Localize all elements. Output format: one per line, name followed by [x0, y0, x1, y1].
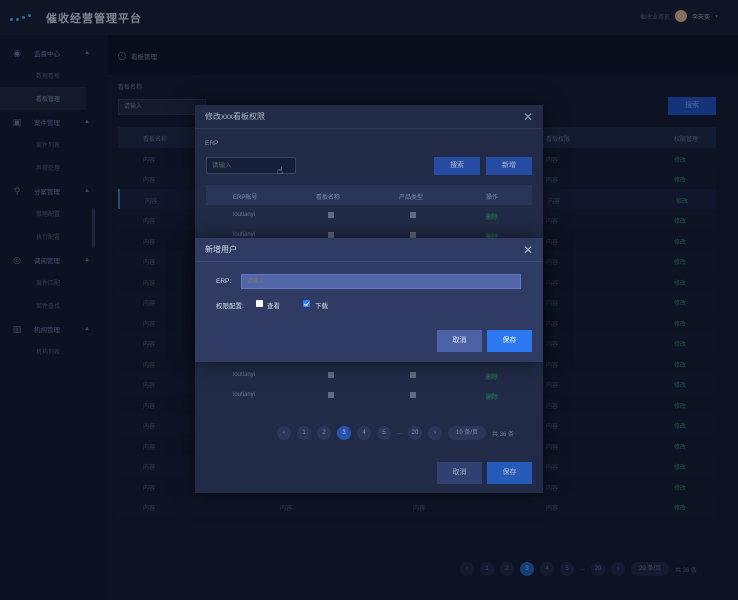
cancel-button[interactable]: 取消 [437, 330, 482, 352]
save-button[interactable]: 保存 [487, 330, 532, 352]
modal-title: 新增用户 [195, 238, 543, 262]
view-label: 查看 [267, 303, 280, 310]
download-checkbox[interactable] [303, 300, 310, 307]
erp-input[interactable] [241, 274, 521, 289]
add-user-modal: 新增用户 ✕ ERP: 权限配置: 查看 下载 取消 保存 [195, 238, 543, 362]
permission-label: 权限配置: [216, 303, 244, 310]
view-checkbox[interactable] [256, 300, 263, 307]
download-label: 下载 [315, 303, 328, 310]
erp-label: ERP: [216, 278, 232, 285]
close-icon[interactable]: ✕ [523, 244, 533, 256]
